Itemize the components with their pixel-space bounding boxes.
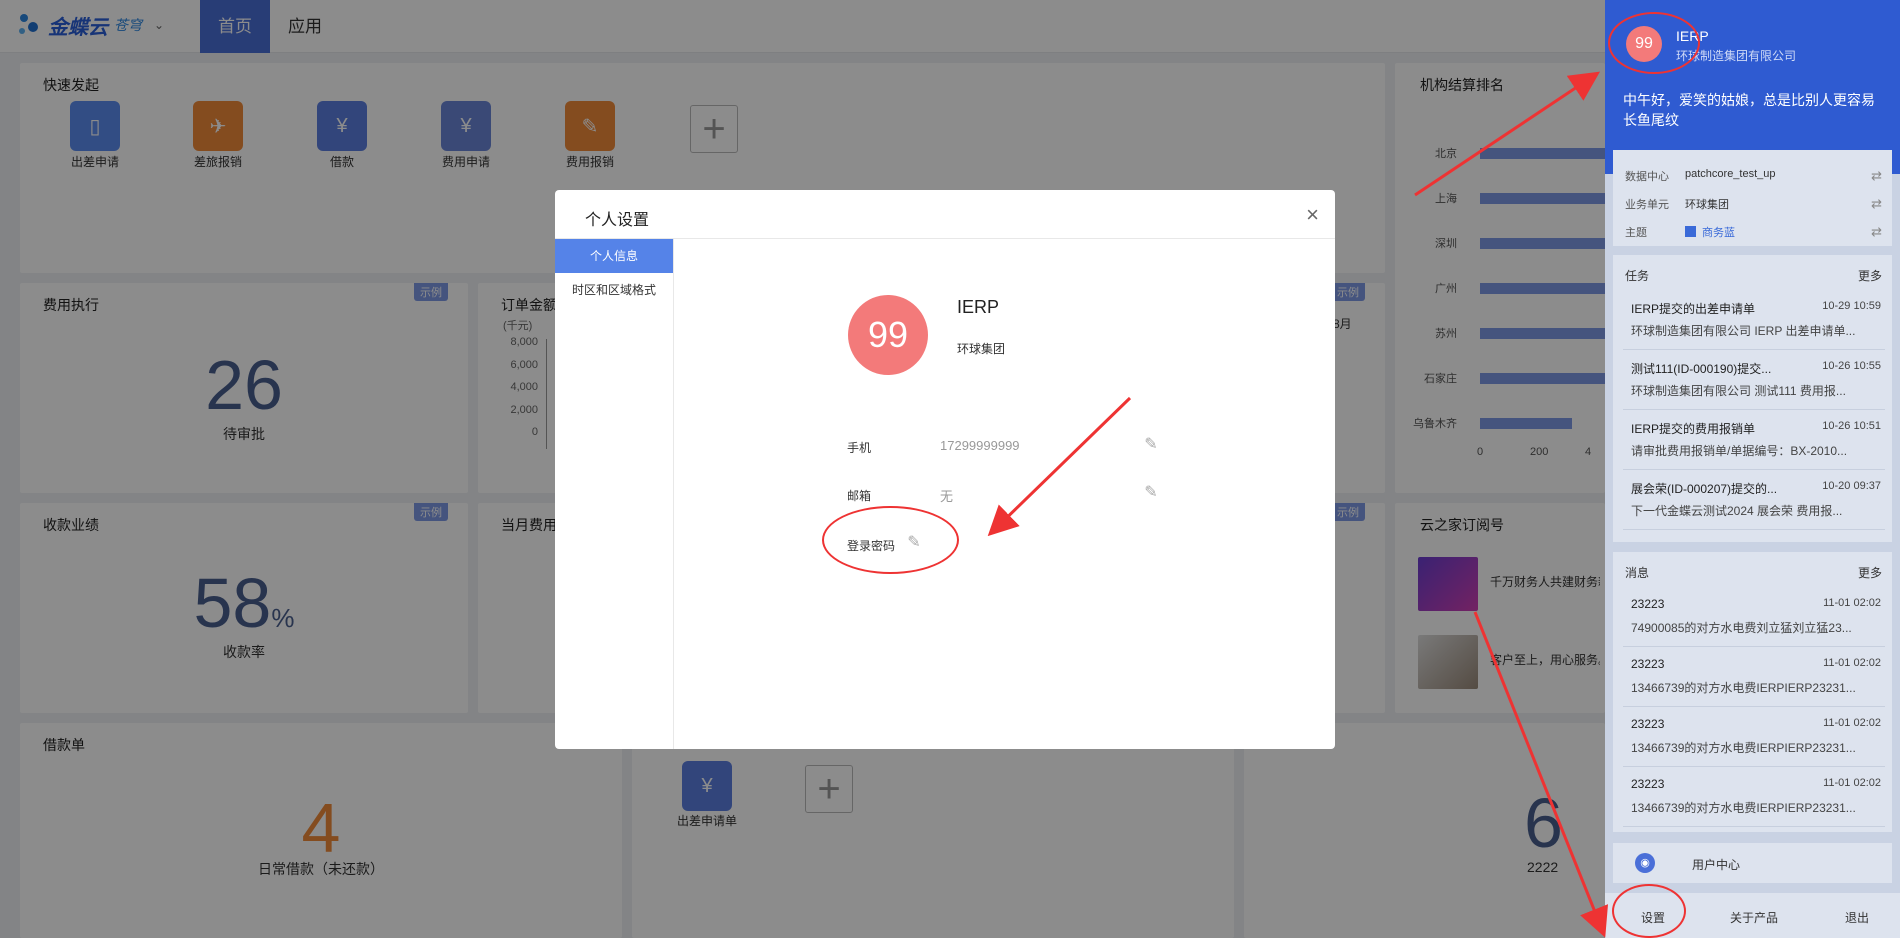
- message-item[interactable]: 23223 11-01 02:02 13466739的对方水电费IERPIERP23…: [1623, 767, 1885, 827]
- message-item[interactable]: 23223 11-01 02:02 13466739的对方水电费IERPIERP23…: [1623, 647, 1885, 707]
- tasks-box: 任务 更多 IERP提交的出差申请单 10-29 10:59 环球制造集团有限公司 …: [1613, 255, 1892, 542]
- annotation-circle: [822, 506, 959, 574]
- annotation-circle: [1612, 884, 1686, 938]
- message-item[interactable]: 23223 11-01 02:02 74900085的对方水电费刘立猛刘立猛23..…: [1623, 587, 1885, 647]
- switch-icon[interactable]: ⇄: [1871, 168, 1882, 184]
- about-product-button[interactable]: 关于产品: [1730, 909, 1778, 926]
- modal-sidebar: 个人信息 时区和区域格式: [555, 239, 674, 749]
- switch-icon[interactable]: ⇄: [1871, 224, 1882, 240]
- email-label: 邮箱: [847, 489, 872, 503]
- info-row-bu: 业务单元 环球集团: [1625, 199, 1729, 211]
- annotation-circle: [1608, 12, 1700, 74]
- task-item[interactable]: IERP提交的费用报销单 10-26 10:51 请审批费用报销单/单据编号：BX-…: [1623, 410, 1885, 470]
- phone-value: 17299999999: [940, 438, 1020, 453]
- side-item-personal-info[interactable]: 个人信息: [555, 239, 673, 273]
- edit-email-icon[interactable]: ✎: [1142, 484, 1160, 502]
- messages-more-link[interactable]: 更多: [1858, 564, 1882, 581]
- user-info-box: 数据中心 patchcore_test_up 业务单元 环球集团 主题 商务蓝 ⇄ ⇄…: [1613, 150, 1892, 246]
- user-center-icon: ◉: [1635, 853, 1655, 873]
- phone-label: 手机: [847, 441, 872, 455]
- task-item[interactable]: 展会荣(ID-000207)提交的... 10-20 09:37 下一代金蝶云测试2…: [1623, 470, 1885, 530]
- avatar[interactable]: 99: [848, 295, 928, 375]
- profile-org: 环球集团: [957, 342, 1006, 356]
- email-value: 无: [940, 489, 954, 504]
- messages-box: 消息 更多 23223 11-01 02:02 74900085的对方水电费刘立猛刘…: [1613, 552, 1892, 832]
- task-item[interactable]: IERP提交的出差申请单 10-29 10:59 环球制造集团有限公司 IERP 出…: [1623, 290, 1885, 350]
- user-center-label: 用户中心: [1692, 858, 1741, 872]
- profile-name: IERP: [957, 297, 1000, 317]
- message-item[interactable]: 23223 11-01 02:02 13466739的对方水电费IERPIERP23…: [1623, 707, 1885, 767]
- logout-button[interactable]: 退出: [1845, 909, 1869, 926]
- personal-settings-modal: 个人设置 × 个人信息 时区和区域格式 99 IERP 环球集团 手机 1729…: [555, 190, 1335, 749]
- switch-icon[interactable]: ⇄: [1871, 196, 1882, 212]
- modal-header: 个人设置 ×: [555, 190, 1335, 239]
- user-center-row[interactable]: ◉ 用户中心: [1613, 843, 1892, 883]
- info-row-theme: 主题 商务蓝: [1625, 226, 1735, 239]
- close-icon[interactable]: ×: [1306, 202, 1319, 228]
- messages-title: 消息: [1625, 566, 1650, 580]
- edit-phone-icon[interactable]: ✎: [1142, 436, 1160, 454]
- theme-swatch: [1685, 226, 1696, 237]
- tasks-more-link[interactable]: 更多: [1858, 267, 1882, 284]
- side-item-timezone[interactable]: 时区和区域格式: [555, 273, 673, 307]
- info-row-datacenter: 数据中心 patchcore_test_up: [1625, 168, 1776, 183]
- greeting-text: 中午好，爱笑的姑娘，总是比别人更容易长鱼尾纹: [1623, 92, 1875, 128]
- user-panel: 99 IERP 环球制造集团有限公司 中午好，爱笑的姑娘，总是比别人更容易长鱼尾…: [1605, 0, 1900, 938]
- modal-title: 个人设置: [585, 212, 650, 229]
- task-item[interactable]: 测试111(ID-000190)提交... 10-26 10:55 环球制造集团有限…: [1623, 350, 1885, 410]
- tasks-title: 任务: [1625, 269, 1650, 283]
